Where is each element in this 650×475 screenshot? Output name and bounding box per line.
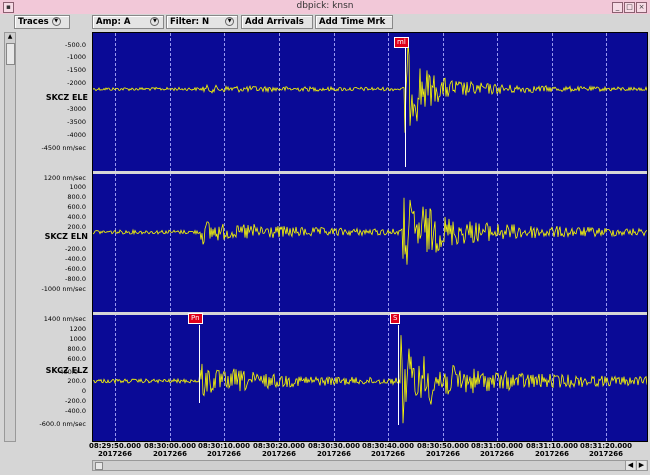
y-tick-label: 400.0	[67, 213, 86, 221]
y-tick-label: 200.0	[67, 223, 86, 231]
time-tick-label: 08:31:10.000 2017266	[525, 442, 579, 458]
y-tick-label: -600.0 nm/sec	[39, 420, 86, 428]
y-tick-label: -3500	[67, 118, 86, 126]
amp-menu-button[interactable]: Amp: A ▼	[92, 15, 164, 29]
y-tick-label: 800.0	[67, 193, 86, 201]
y-tick-label: -4000	[67, 131, 86, 139]
waveform-trace-ele	[93, 43, 647, 133]
pick-label-s[interactable]: S	[390, 313, 401, 324]
y-tick-label: -1500	[67, 66, 86, 74]
y-tick-label: 1200	[69, 325, 86, 333]
chevron-down-icon: ▼	[150, 17, 160, 26]
time-tick-label: 08:31:00.000 2017266	[470, 442, 524, 458]
time-tick-label: 08:30:10.000 2017266	[197, 442, 251, 458]
time-tick-label: 08:30:50.000 2017266	[416, 442, 470, 458]
y-tick-label: -1000 nm/sec	[41, 285, 86, 293]
add-arrivals-button[interactable]: Add Arrivals	[241, 15, 313, 29]
time-tick-label: 08:30:00.000 2017266	[143, 442, 197, 458]
traces-label: Traces	[18, 17, 49, 27]
waveform-path	[93, 43, 647, 133]
time-tick-label: 08:30:40.000 2017266	[361, 442, 415, 458]
chevron-down-icon: ▼	[51, 17, 61, 26]
scroll-left-icon[interactable]: ◀	[625, 461, 635, 470]
time-tick-label: 08:30:20.000 2017266	[252, 442, 306, 458]
traces-menu-button[interactable]: Traces ▼	[14, 15, 70, 29]
y-tick-label: 1000	[69, 335, 86, 343]
y-unit-label: 1400 nm/sec	[43, 315, 86, 323]
maximize-icon[interactable]: □	[624, 2, 635, 13]
minimize-icon[interactable]: _	[612, 2, 623, 13]
waveform-path	[93, 197, 647, 265]
y-tick-label: 0	[81, 387, 86, 395]
pick-line-s	[398, 325, 399, 425]
y-axis-area: -500.0 -1000 -1500 -2000 SKCZ ELE -3000 …	[14, 32, 92, 440]
y-tick-label: -2000	[67, 79, 86, 87]
y-tick-label: 800.0	[67, 345, 86, 353]
y-tick-label: -3000	[67, 105, 86, 113]
y-tick-label: -1000	[67, 53, 86, 61]
y-tick-label: -400.0	[65, 255, 86, 263]
pick-label-pn[interactable]: Pn	[188, 313, 203, 324]
channel-name: SKCZ ELN	[44, 232, 88, 241]
y-tick-label: 200.0	[67, 377, 86, 385]
y-tick-label: -600.0	[65, 265, 86, 273]
seismogram-plot[interactable]: ml Pn S	[92, 32, 648, 442]
horizontal-scroll-thumb[interactable]	[95, 462, 103, 470]
y-tick-label: -400.0	[65, 407, 86, 415]
y-tick-label: -200.0	[65, 397, 86, 405]
horizontal-scrollbar[interactable]: ◀ ▶	[92, 460, 648, 471]
close-icon[interactable]: ×	[636, 2, 647, 13]
channel-name: SKCZ ELE	[45, 93, 88, 102]
y-tick-label: 600.0	[67, 355, 86, 363]
y-unit-label: 1200 nm/sec	[43, 174, 86, 182]
waveform-trace-elz	[93, 335, 647, 424]
waveform-path	[93, 335, 647, 424]
scroll-right-icon[interactable]: ▶	[636, 461, 646, 470]
y-tick-label: 600.0	[67, 203, 86, 211]
pick-line-pn	[199, 325, 200, 403]
chevron-down-icon: ▼	[225, 17, 235, 26]
y-tick-label: -800.0	[65, 275, 86, 283]
window-title: dbpick: knsn	[296, 1, 354, 11]
add-time-mark-button[interactable]: Add Time Mrk	[315, 15, 393, 29]
window-title-bar: ▪ dbpick: knsn _ □ ×	[0, 0, 650, 15]
filter-label: Filter: N	[170, 17, 210, 27]
pick-line-ml	[405, 47, 406, 167]
time-tick-label: 08:29:50.000 2017266	[88, 442, 142, 458]
amp-label: Amp: A	[96, 17, 131, 27]
time-tick-label: 08:31:20.000 2017266	[579, 442, 633, 458]
y-tick-label: -500.0	[65, 41, 86, 49]
y-tick-label: -200.0	[65, 245, 86, 253]
y-unit-label: -4500 nm/sec	[41, 144, 86, 152]
time-tick-label: 08:30:30.000 2017266	[307, 442, 361, 458]
y-tick-label: 1000	[69, 183, 86, 191]
filter-menu-button[interactable]: Filter: N ▼	[166, 15, 238, 29]
toolbar: Traces ▼ Amp: A ▼ Filter: N ▼ Add Arrivals …	[0, 14, 650, 30]
waveform-trace-eln	[93, 197, 647, 265]
y-tick-label: 400.0	[59, 368, 78, 376]
pick-label-ml[interactable]: ml	[394, 37, 409, 48]
